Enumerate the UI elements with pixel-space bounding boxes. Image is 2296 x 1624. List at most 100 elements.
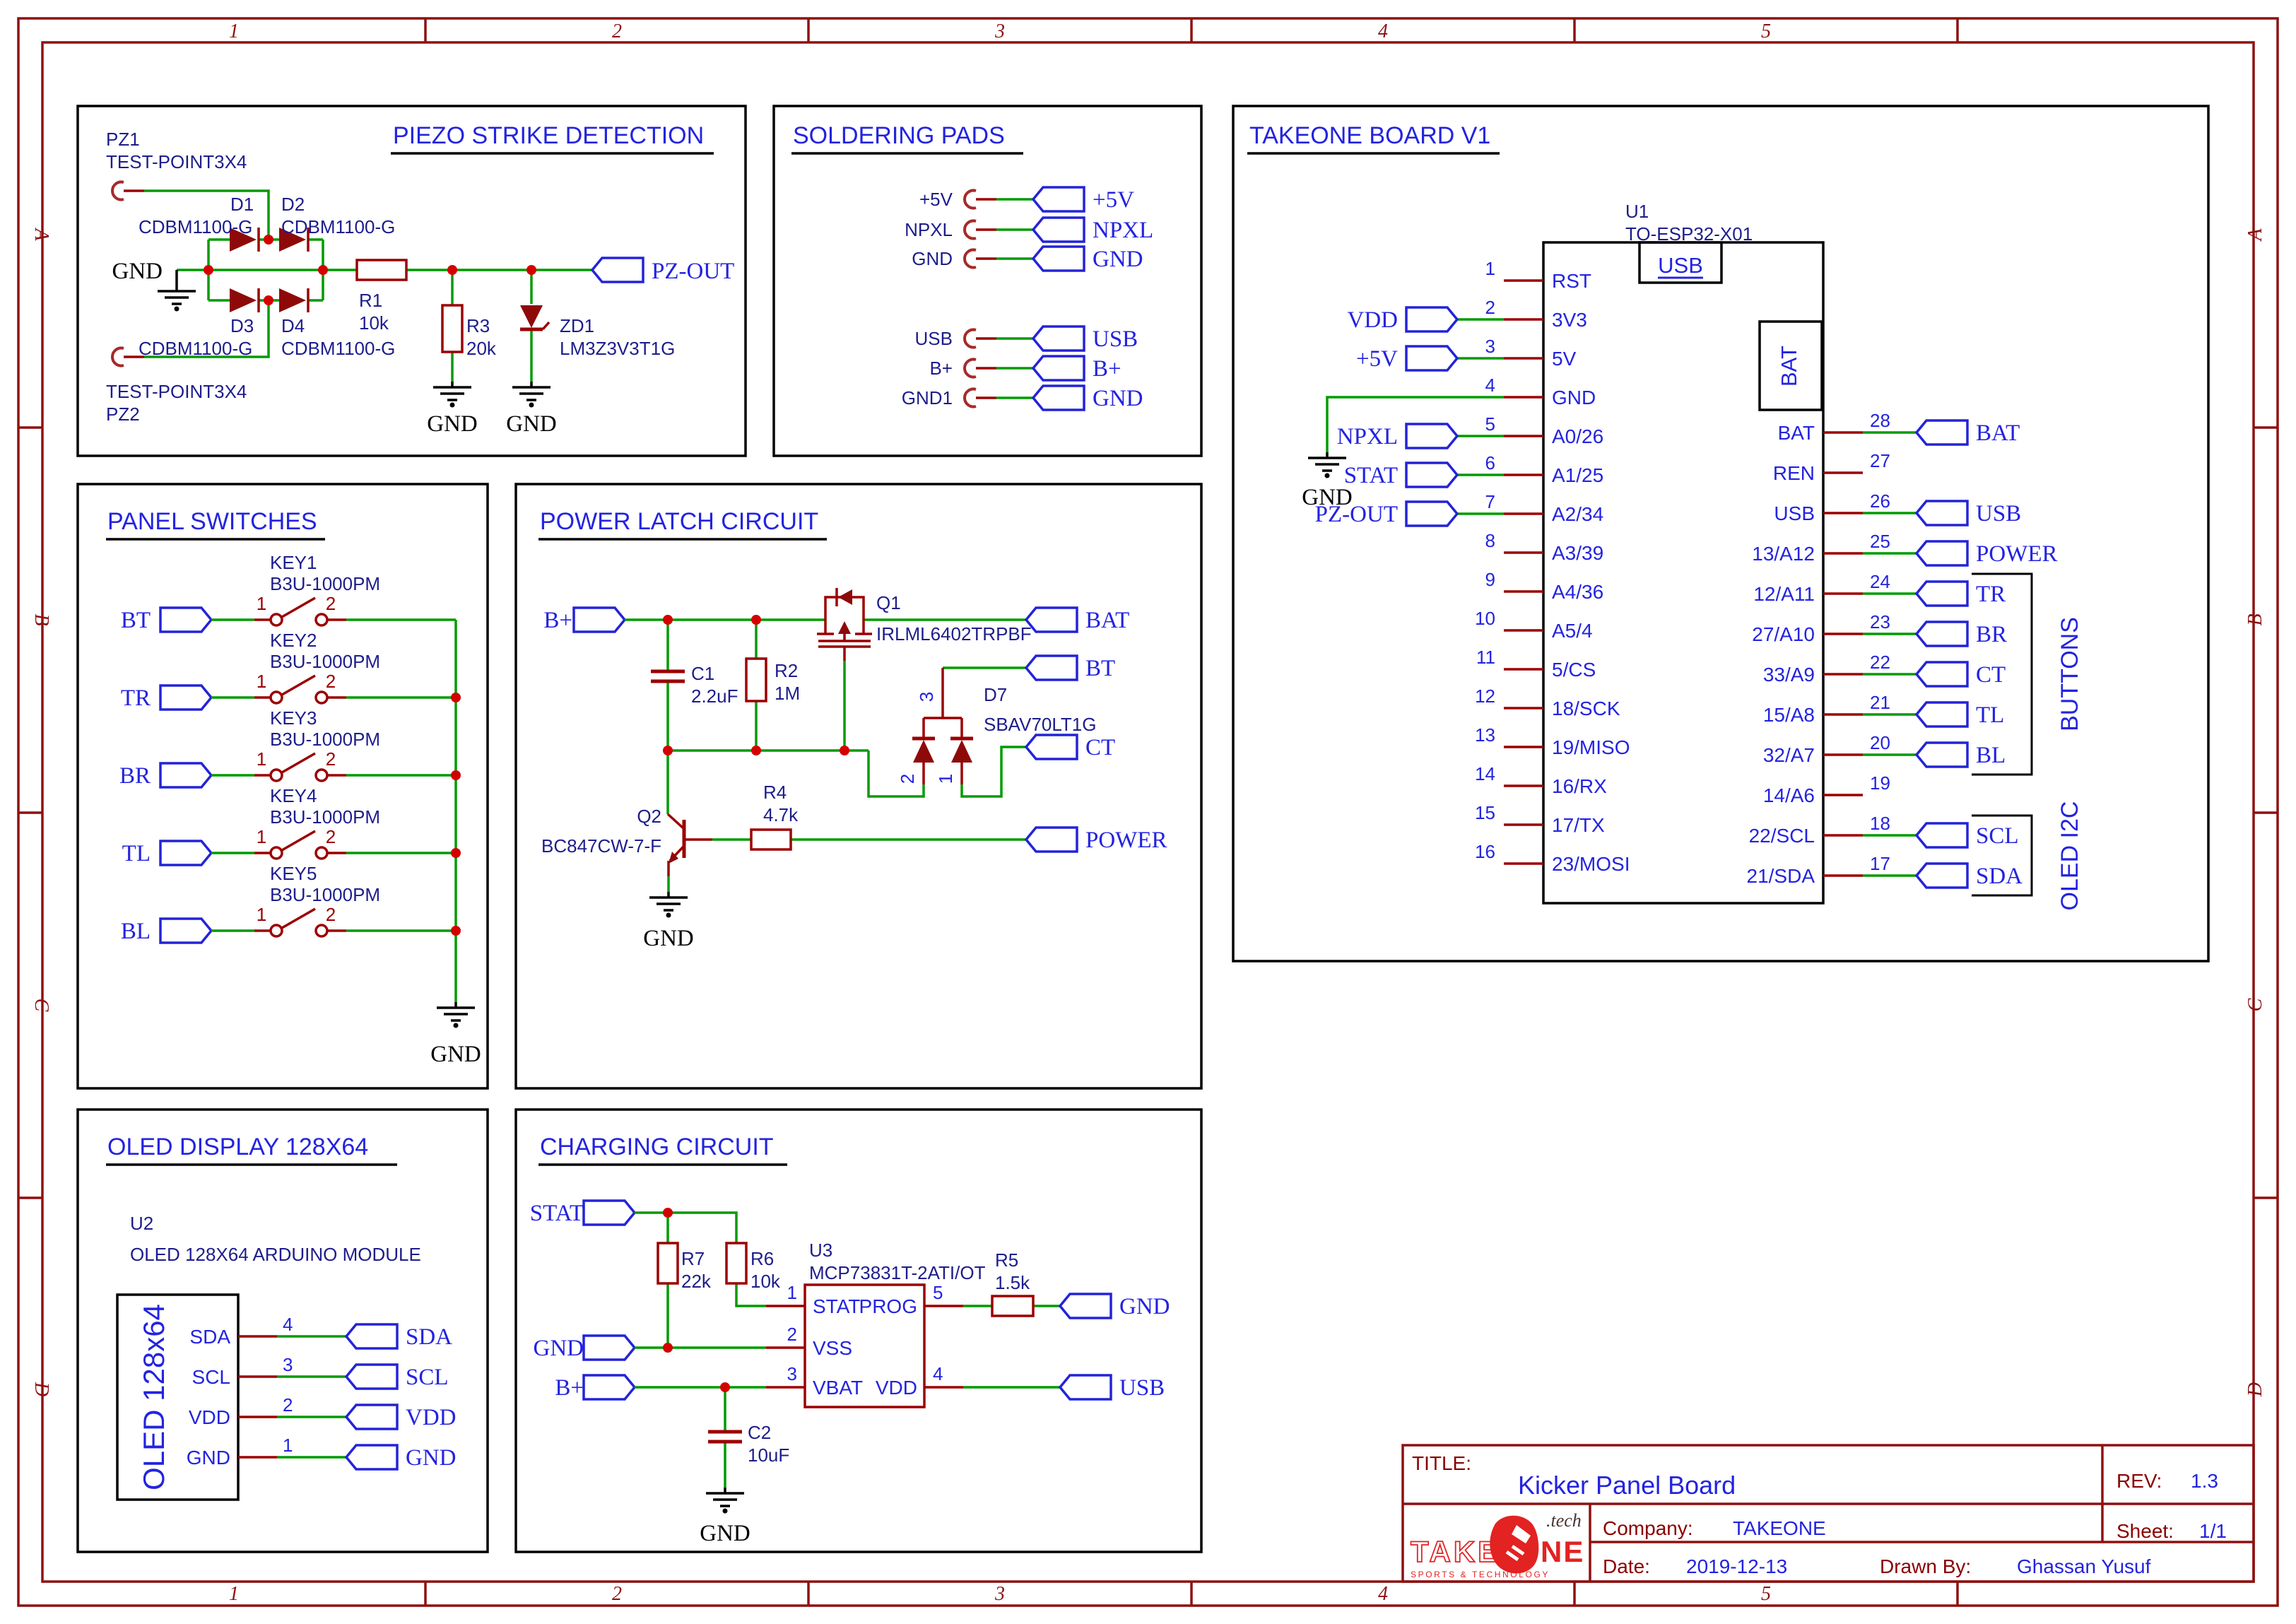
u1-pin12-name: 18/SCK xyxy=(1552,698,1620,719)
pad-label-npxl: NPXL xyxy=(905,219,953,240)
net-flag-stat-chg xyxy=(584,1201,635,1225)
frame-col-5-top: 5 xyxy=(1761,20,1771,42)
u1-pin1-num: 1 xyxy=(1485,258,1495,279)
q2-ref: Q2 xyxy=(637,806,661,827)
pad-hook-gnd1 xyxy=(965,389,996,407)
net-flag-5v xyxy=(1033,187,1084,211)
key1-pin2: 2 xyxy=(326,593,336,614)
switch-row-bt: BT KEY1 B3U-1000PM 1 2 xyxy=(121,552,456,633)
pz2-ref: PZ2 xyxy=(106,404,140,425)
u3-stat-name: STAT xyxy=(813,1295,860,1317)
u1-left-pin-stubs xyxy=(1504,281,1543,864)
u1-pin28-num: 28 xyxy=(1870,410,1890,431)
board-title: TAKEONE BOARD V1 xyxy=(1249,122,1490,149)
pad-hook-bplus xyxy=(965,360,996,377)
net-flag-npxl xyxy=(1033,218,1084,242)
net-flag-usb-board xyxy=(1917,501,1967,525)
net-flag-scl-board xyxy=(1917,823,1967,847)
net-label-bplus: B+ xyxy=(1093,356,1121,382)
u3-ref: U3 xyxy=(809,1240,832,1261)
buttons-group-label: BUTTONS xyxy=(2056,617,2083,731)
switch-row-tl: TL KEY4 B3U-1000PM 1 2 xyxy=(122,785,456,866)
logo-take-text: TAKE xyxy=(1411,1535,1500,1568)
switch-key5 xyxy=(271,909,327,936)
frame-row-b-left: B xyxy=(30,613,52,625)
pad-label-bplus: B+ xyxy=(929,358,953,379)
d1-ref: D1 xyxy=(230,194,254,215)
u2-vdd-name: VDD xyxy=(189,1406,230,1428)
zd1-ref: ZD1 xyxy=(560,315,594,336)
switch-row-tr: TR KEY2 B3U-1000PM 1 2 xyxy=(121,630,456,711)
d7-pin1-num: 1 xyxy=(935,774,956,784)
u1-pin28-name: BAT xyxy=(1778,422,1815,444)
charging-gnd-label: GND xyxy=(700,1521,750,1546)
pz2-part: TEST-POINT3X4 xyxy=(106,381,247,402)
u1-left-flag-wires xyxy=(1457,319,1504,514)
gnd-symbol-r3 xyxy=(433,382,471,408)
net-flag-pzout-board xyxy=(1406,502,1457,526)
u1-pin16-name: 23/MOSI xyxy=(1552,853,1630,875)
u1-pin13-num: 13 xyxy=(1475,724,1495,746)
key4-pin2: 2 xyxy=(326,826,336,847)
solder-pad-row-gnd1: GND1 GND xyxy=(902,386,1143,411)
frame-col-3-bottom: 3 xyxy=(994,1583,1005,1605)
u1-pin27-name: REN xyxy=(1773,462,1815,484)
net-flag-bplus-chg xyxy=(584,1375,635,1399)
key1-part: B3U-1000PM xyxy=(270,573,380,594)
u1-pin8-num: 8 xyxy=(1485,530,1495,551)
net-flag-pz-out xyxy=(592,258,643,282)
r3-val: 20k xyxy=(466,338,497,359)
net-label-vdd: VDD xyxy=(1348,307,1399,333)
net-flag-scl-oled xyxy=(346,1365,397,1389)
u1-pin22-name: 33/A9 xyxy=(1763,664,1815,686)
titleblock-rev-value: 1.3 xyxy=(2191,1470,2218,1492)
key2-pin1: 1 xyxy=(257,671,266,692)
key5-part: B3U-1000PM xyxy=(270,884,380,905)
net-flag-br-board xyxy=(1917,622,1967,646)
u1-pin24-num: 24 xyxy=(1870,571,1890,592)
net-label-power-board: POWER xyxy=(1976,541,2058,567)
r1-val: 10k xyxy=(359,312,389,334)
takeone-logo: TAKE NE .tech SPORTS & TECHNOLOGY xyxy=(1411,1510,1584,1579)
net-label-tl: TL xyxy=(122,841,151,866)
u1-pin3-num: 3 xyxy=(1485,336,1495,357)
u3-pin4-num: 4 xyxy=(933,1363,943,1384)
section-charging-circuit: CHARGING CIRCUIT STAT GND B+ R7 22k R6 1… xyxy=(516,1110,1201,1552)
u1-pin11-num: 11 xyxy=(1476,647,1495,668)
solder-pad-row-5v: +5V +5V xyxy=(919,187,1134,213)
u1-pin17-name: 21/SDA xyxy=(1747,865,1815,887)
resistor-r1 xyxy=(357,260,406,280)
u2-gnd-num: 1 xyxy=(283,1435,293,1456)
net-label-bt: BT xyxy=(121,608,151,633)
c2-val: 10uF xyxy=(748,1444,789,1466)
gnd-symbol-zd1 xyxy=(512,382,551,408)
pad-label-gnd: GND xyxy=(912,248,953,269)
u1-pin20-num: 20 xyxy=(1870,732,1890,753)
u1-pin20-name: 32/A7 xyxy=(1763,744,1815,766)
d7-ref: D7 xyxy=(984,684,1007,705)
net-label-bt-latch: BT xyxy=(1085,656,1115,681)
net-label-usb: USB xyxy=(1093,326,1138,352)
r2-ref: R2 xyxy=(775,660,798,681)
d7-pin3-num: 3 xyxy=(916,692,937,702)
diode-d4 xyxy=(279,288,308,312)
title-block: TITLE: Kicker Panel Board REV: 1.3 Compa… xyxy=(1403,1445,2254,1582)
gnd-symbol-board xyxy=(1308,452,1346,478)
u3-pin3-num: 3 xyxy=(787,1363,797,1384)
key3-pin1: 1 xyxy=(257,748,266,770)
piezo-gnd-zd1-label: GND xyxy=(506,411,557,437)
switch-row-bl: BL KEY5 B3U-1000PM 1 2 xyxy=(121,863,456,944)
u1-pin23-num: 23 xyxy=(1870,611,1890,632)
net-label-sda-oled: SDA xyxy=(406,1324,452,1350)
logo-ne-text: NE xyxy=(1541,1535,1584,1568)
net-flag-usb xyxy=(1033,326,1084,351)
latch-gnd-label: GND xyxy=(643,926,694,951)
frame-row-c-left: C xyxy=(30,999,52,1012)
section-piezo-strike-detection: PIEZO STRIKE DETECTION PZ1 TEST-POINT3X4… xyxy=(78,106,746,456)
net-label-gnd: GND xyxy=(1093,247,1143,272)
diode-d3 xyxy=(230,288,259,312)
net-flag-vdd-oled xyxy=(346,1405,397,1429)
u2-sda-num: 4 xyxy=(283,1314,293,1335)
gnd-symbol-latch xyxy=(649,892,688,918)
u3-vss-name: VSS xyxy=(813,1337,852,1359)
